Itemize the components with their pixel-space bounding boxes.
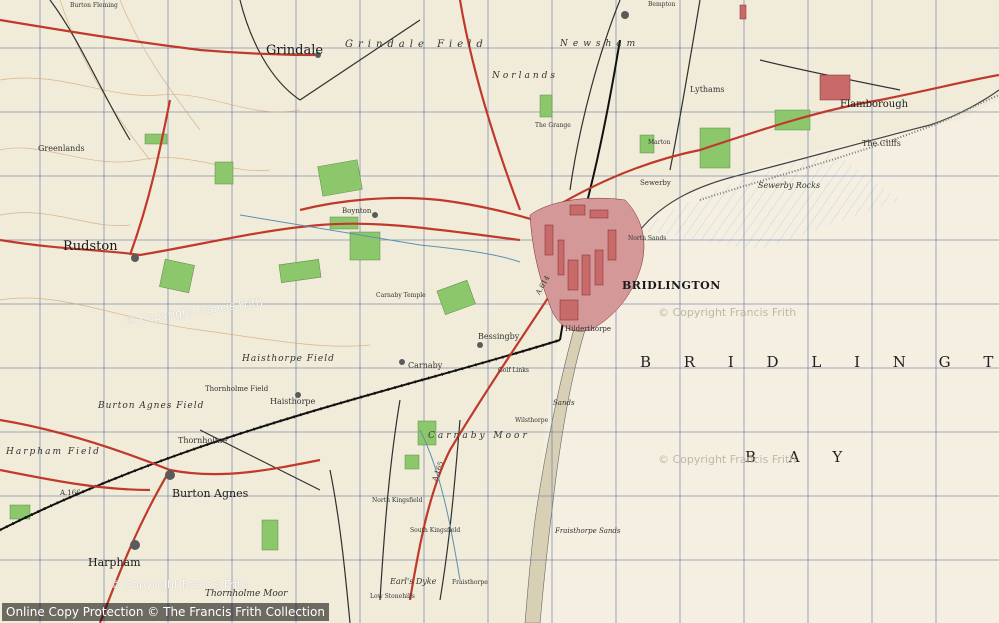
watermark-2: © Copyright Francis Frith	[658, 306, 797, 319]
label-fraisthorpe: Fraisthorpe	[452, 579, 488, 586]
map-canvas[interactable]: Burton Fleming Grindale Grindale Field N…	[0, 0, 999, 623]
label-boynton: Boynton	[342, 207, 372, 215]
label-grindale-field: Grindale Field	[345, 39, 488, 50]
label-haisthorpe: Haisthorpe	[270, 397, 316, 406]
label-haisthorpe-field: Haisthorpe Field	[242, 354, 335, 364]
label-lythams: Lythams	[690, 85, 725, 94]
label-north-sands: North Sands	[628, 235, 667, 242]
label-bridlington-bay-1: B R I D L I N G T O N	[640, 353, 999, 371]
label-grindale: Grindale	[266, 43, 324, 58]
label-carnaby: Carnaby	[408, 361, 443, 370]
watermark-4: © Copyright Francis Frith	[110, 578, 249, 591]
label-carnaby-moor: Carnaby Moor	[428, 431, 530, 441]
label-earls-dyke: Earl's Dyke	[390, 577, 437, 586]
label-bessingby: Bessingby	[478, 332, 520, 341]
watermark-3: © Copyright Francis Frith	[658, 453, 797, 466]
label-wilsthorpe: Wilsthorpe	[515, 417, 549, 424]
flamborough-town	[739, 4, 851, 101]
label-newsham: Newsham	[560, 39, 641, 49]
label-greenlands: Greenlands	[38, 144, 85, 153]
label-harpham: Harpham	[88, 556, 141, 569]
copyright-credit: Online Copy Protection © The Francis Fri…	[2, 603, 329, 621]
label-harpham-field: Harpham Field	[6, 447, 101, 457]
label-north-kingsfield: North Kingsfield	[372, 497, 423, 504]
label-thornholme-field: Thornholme Field	[205, 385, 269, 393]
label-norlands: Norlands	[492, 71, 559, 81]
label-carnaby-temple: Carnaby Temple	[376, 292, 426, 299]
label-the-cliffs: The Cliffs	[862, 139, 901, 148]
label-fraisthorpe-sands: Fraisthorpe Sands	[555, 527, 621, 535]
label-hilderthorpe: Hilderthorpe	[565, 325, 612, 333]
label-sands: Sands	[553, 399, 575, 407]
label-thornholme-moor: Thornholme Moor	[205, 589, 288, 599]
label-rudston: Rudston	[63, 239, 118, 254]
label-flamborough: Flamborough	[840, 99, 909, 110]
label-south-kingsfield: South Kingsfield	[410, 527, 461, 534]
label-burton-agnes: Burton Agnes	[172, 487, 249, 500]
label-low-stonehills: Low Stonehills	[370, 593, 415, 600]
label-bempton: Bempton	[648, 1, 676, 8]
label-sewerby: Sewerby	[640, 179, 671, 187]
label-thornholme: Thornholme	[178, 436, 228, 445]
label-marton: Marton	[648, 139, 671, 146]
label-sewerby-rocks: Sewerby Rocks	[758, 181, 821, 190]
label-bridlington: BRIDLINGTON	[622, 279, 721, 292]
label-burton-fleming: Burton Fleming	[70, 2, 118, 9]
label-burton-agnes-field: Burton Agnes Field	[98, 401, 205, 411]
label-golf-links: Golf Links	[498, 367, 529, 374]
label-the-grange: The Grange	[535, 122, 571, 129]
label-road-a166: A.166	[60, 489, 81, 497]
